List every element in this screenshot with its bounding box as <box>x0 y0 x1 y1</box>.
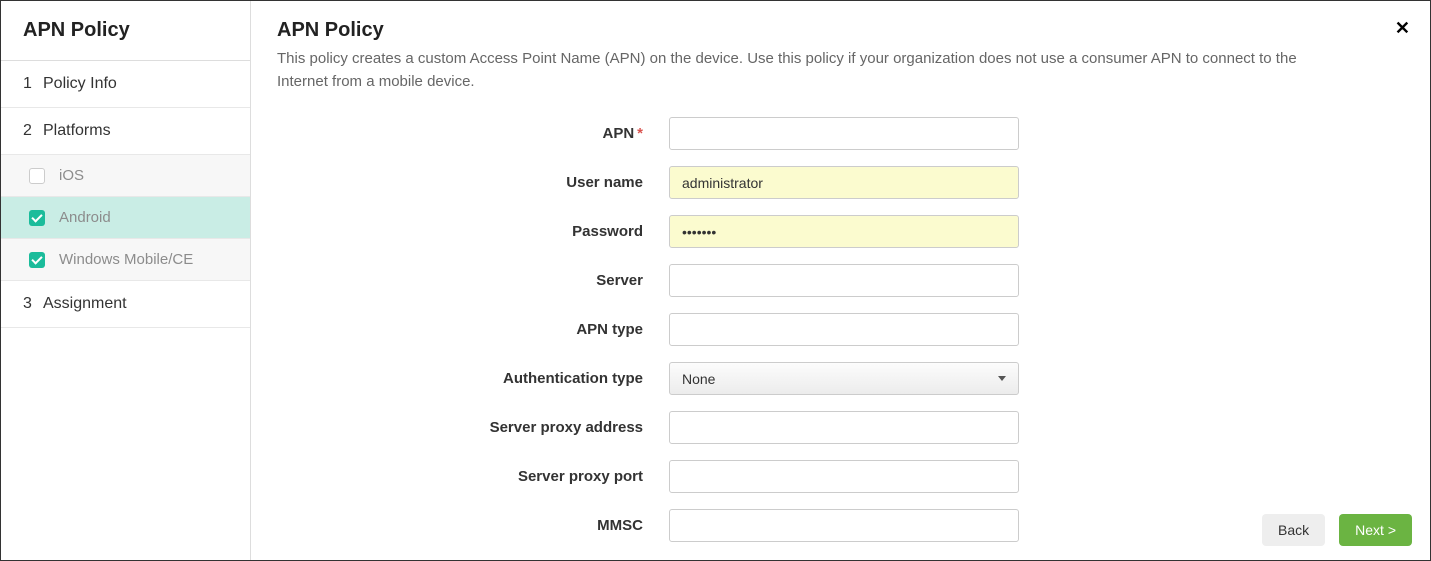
step-number: 3 <box>23 295 33 313</box>
label-text: APN <box>602 125 634 142</box>
main-panel: ✕ APN Policy This policy creates a custo… <box>251 1 1430 560</box>
row-server: Server <box>277 256 1404 305</box>
checkbox-checked-icon[interactable] <box>29 210 45 226</box>
apn-input[interactable] <box>669 117 1019 150</box>
label-password: Password <box>277 223 669 240</box>
dialog-container: APN Policy 1 Policy Info 2 Platforms iOS… <box>0 0 1431 561</box>
row-apn: APN* <box>277 109 1404 158</box>
label-mmsc: MMSC <box>277 517 669 534</box>
checkbox-checked-icon[interactable] <box>29 252 45 268</box>
next-button[interactable]: Next > <box>1339 514 1412 546</box>
label-proxyport: Server proxy port <box>277 468 669 485</box>
platform-label: Windows Mobile/CE <box>59 251 193 268</box>
label-apntype: APN type <box>277 321 669 338</box>
username-input[interactable] <box>669 166 1019 199</box>
label-authtype: Authentication type <box>277 370 669 387</box>
step-assignment[interactable]: 3 Assignment <box>1 281 250 328</box>
proxyport-input[interactable] <box>669 460 1019 493</box>
dialog-footer: Back Next > <box>1262 514 1412 546</box>
step-number: 2 <box>23 122 33 140</box>
step-label: Assignment <box>43 295 127 313</box>
step-number: 1 <box>23 75 33 93</box>
step-label: Policy Info <box>43 75 117 93</box>
step-platforms[interactable]: 2 Platforms <box>1 108 250 155</box>
label-proxyaddr: Server proxy address <box>277 419 669 436</box>
apntype-input[interactable] <box>669 313 1019 346</box>
select-value: None <box>682 371 715 387</box>
label-server: Server <box>277 272 669 289</box>
back-button[interactable]: Back <box>1262 514 1325 546</box>
required-asterisk: * <box>637 125 643 142</box>
step-label: Platforms <box>43 122 111 140</box>
page-description: This policy creates a custom Access Poin… <box>277 48 1327 93</box>
row-authtype: Authentication type None <box>277 354 1404 403</box>
sidebar-title: APN Policy <box>1 1 250 61</box>
chevron-down-icon <box>998 376 1006 381</box>
row-proxyport: Server proxy port <box>277 452 1404 501</box>
label-username: User name <box>277 174 669 191</box>
row-apntype: APN type <box>277 305 1404 354</box>
row-proxyaddr: Server proxy address <box>277 403 1404 452</box>
row-password: Password <box>277 207 1404 256</box>
mmsc-input[interactable] <box>669 509 1019 542</box>
platform-label: iOS <box>59 167 84 184</box>
password-input[interactable] <box>669 215 1019 248</box>
step-policy-info[interactable]: 1 Policy Info <box>1 61 250 108</box>
page-title: APN Policy <box>277 19 1404 42</box>
row-mmsc: MMSC <box>277 501 1404 550</box>
platform-label: Android <box>59 209 111 226</box>
checkbox-unchecked-icon[interactable] <box>29 168 45 184</box>
authtype-select[interactable]: None <box>669 362 1019 395</box>
platform-windows[interactable]: Windows Mobile/CE <box>1 239 250 281</box>
server-input[interactable] <box>669 264 1019 297</box>
wizard-sidebar: APN Policy 1 Policy Info 2 Platforms iOS… <box>1 1 251 560</box>
close-icon[interactable]: ✕ <box>1395 19 1410 37</box>
proxyaddr-input[interactable] <box>669 411 1019 444</box>
platform-android[interactable]: Android <box>1 197 250 239</box>
row-username: User name <box>277 158 1404 207</box>
apn-form: APN* User name Password Server APN type <box>277 109 1404 550</box>
platform-ios[interactable]: iOS <box>1 155 250 197</box>
label-apn: APN* <box>277 125 669 142</box>
